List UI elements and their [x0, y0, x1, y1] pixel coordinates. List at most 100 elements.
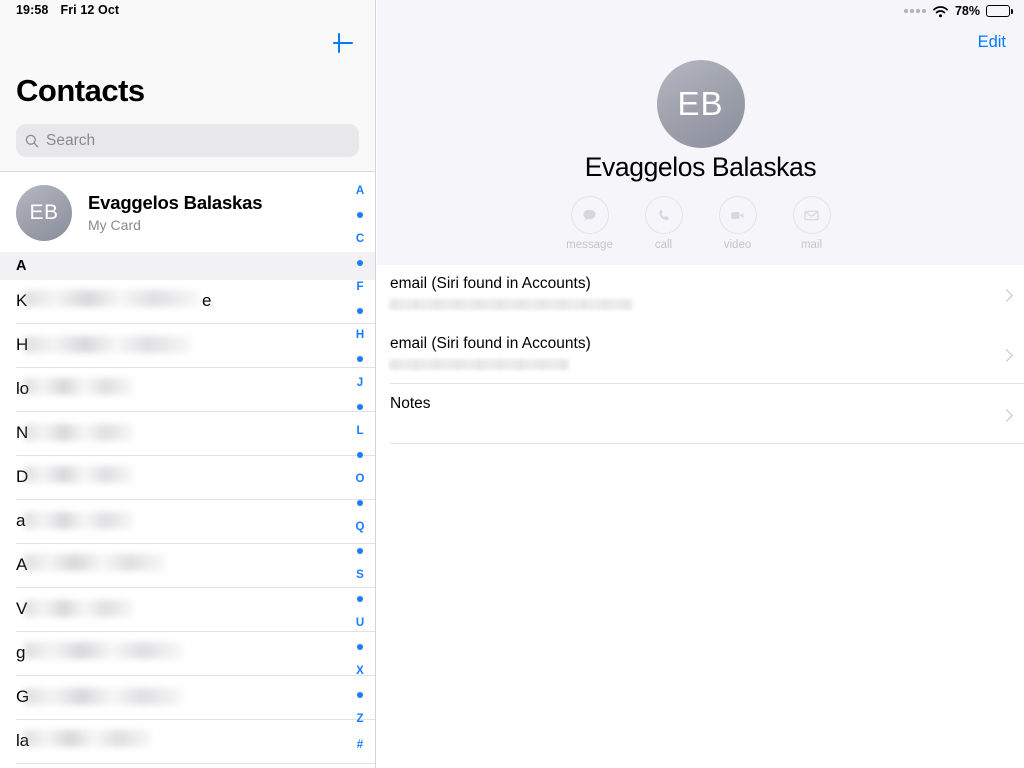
- index-letter-j[interactable]: J: [357, 370, 363, 396]
- action-button-mail: mail: [793, 196, 831, 251]
- index-dot[interactable]: [357, 684, 363, 706]
- redacted-contact-name: [24, 600, 134, 617]
- index-letter-x[interactable]: X: [356, 658, 364, 684]
- alphabet-index[interactable]: ACFHJLOQSUXZ#: [345, 178, 375, 758]
- index-dot[interactable]: [357, 348, 363, 370]
- edit-button[interactable]: Edit: [978, 33, 1006, 52]
- contact-action-buttons: message call video mail: [377, 196, 1024, 251]
- index-dot[interactable]: [357, 636, 363, 658]
- contact-row[interactable]: Ke: [0, 280, 375, 324]
- search-input[interactable]: Search: [16, 124, 359, 157]
- detail-field-row[interactable]: email (Siri found in Accounts): [377, 265, 1024, 325]
- contact-row[interactable]: H: [0, 324, 375, 368]
- index-letter-h[interactable]: H: [356, 322, 364, 348]
- action-label: call: [655, 239, 672, 251]
- video-camera-icon: [719, 196, 757, 234]
- action-button-video: video: [719, 196, 757, 251]
- status-bar-right: 78%: [904, 4, 1010, 18]
- chevron-right-icon: [1000, 289, 1013, 302]
- wifi-icon: [932, 5, 949, 18]
- contact-name: Evaggelos Balaskas: [377, 152, 1024, 183]
- contact-name-suffix: e: [202, 291, 211, 311]
- detail-avatar: EB: [657, 60, 745, 148]
- index-letter-q[interactable]: Q: [356, 514, 365, 540]
- list-divider: [16, 763, 375, 764]
- redacted-contact-name: [24, 378, 134, 395]
- action-label: video: [724, 239, 752, 251]
- index-dot[interactable]: [357, 444, 363, 466]
- redacted-contact-name: [24, 336, 192, 353]
- contact-detail-pane: 78% Edit EB Evaggelos Balaskas message ca…: [377, 0, 1024, 768]
- index-dot[interactable]: [357, 300, 363, 322]
- contact-row[interactable]: A: [0, 544, 375, 588]
- index-letter-#[interactable]: #: [357, 732, 363, 758]
- redacted-contact-name: [24, 512, 134, 529]
- index-letter-s[interactable]: S: [356, 562, 364, 588]
- index-dot[interactable]: [357, 492, 363, 514]
- redacted-contact-name: [24, 688, 184, 705]
- status-bar-time: 19:58: [16, 3, 48, 17]
- my-card-name: Evaggelos Balaskas: [88, 192, 262, 214]
- chevron-right-icon: [1000, 349, 1013, 362]
- search-placeholder: Search: [46, 132, 95, 150]
- section-header-a: A: [0, 252, 375, 280]
- detail-header: 78% Edit EB Evaggelos Balaskas message ca…: [377, 0, 1024, 265]
- index-dot[interactable]: [357, 540, 363, 562]
- redacted-contact-name: [24, 730, 152, 747]
- action-label: mail: [801, 239, 822, 251]
- my-card-row[interactable]: EB Evaggelos Balaskas My Card: [0, 173, 375, 252]
- page-title: Contacts: [16, 73, 145, 109]
- index-letter-l[interactable]: L: [356, 418, 363, 444]
- index-letter-z[interactable]: Z: [356, 706, 363, 732]
- action-button-message: message: [571, 196, 609, 251]
- action-label: message: [566, 239, 613, 251]
- index-letter-o[interactable]: O: [356, 466, 365, 492]
- add-contact-button[interactable]: [329, 29, 357, 57]
- sidebar-header: 19:58 Fri 12 Oct Contacts Search: [0, 0, 375, 172]
- action-button-call: call: [645, 196, 683, 251]
- envelope-icon: [793, 196, 831, 234]
- redacted-contact-name: [24, 466, 134, 483]
- contact-row[interactable]: D: [0, 456, 375, 500]
- index-dot[interactable]: [357, 588, 363, 610]
- contact-row[interactable]: a: [0, 500, 375, 544]
- redacted-contact-name: [24, 290, 200, 307]
- phone-icon: [645, 196, 683, 234]
- status-bar-date: Fri 12 Oct: [60, 3, 119, 17]
- detail-field-row[interactable]: Notes: [377, 385, 1024, 445]
- contact-row[interactable]: V: [0, 588, 375, 632]
- index-letter-c[interactable]: C: [356, 226, 364, 252]
- index-dot[interactable]: [357, 252, 363, 274]
- detail-divider: [390, 443, 1024, 444]
- chevron-right-icon: [1000, 409, 1013, 422]
- signal-dots-icon: [904, 9, 926, 13]
- redacted-field-value: [390, 299, 632, 310]
- detail-field-label: email (Siri found in Accounts): [390, 335, 591, 353]
- detail-field-label: email (Siri found in Accounts): [390, 275, 591, 293]
- redacted-contact-name: [24, 424, 134, 441]
- battery-icon: [986, 5, 1010, 17]
- detail-divider: [390, 383, 1024, 384]
- index-letter-a[interactable]: A: [356, 178, 364, 204]
- contact-row[interactable]: N: [0, 412, 375, 456]
- contact-row[interactable]: g: [0, 632, 375, 676]
- search-icon: [25, 134, 39, 148]
- avatar: EB: [16, 185, 72, 241]
- index-letter-u[interactable]: U: [356, 610, 364, 636]
- message-bubble-icon: [571, 196, 609, 234]
- contacts-sidebar: 19:58 Fri 12 Oct Contacts Search EB Evag…: [0, 0, 376, 768]
- redacted-contact-name: [24, 642, 184, 659]
- detail-avatar-initials: EB: [677, 85, 723, 123]
- contacts-app-window: 19:58 Fri 12 Oct Contacts Search EB Evag…: [0, 0, 1024, 768]
- redacted-contact-name: [24, 554, 166, 571]
- detail-field-label: Notes: [390, 395, 431, 413]
- index-letter-f[interactable]: F: [356, 274, 363, 300]
- contact-row[interactable]: la: [0, 720, 375, 764]
- index-dot[interactable]: [357, 396, 363, 418]
- my-card-subtitle: My Card: [88, 217, 262, 233]
- index-dot[interactable]: [357, 204, 363, 226]
- contact-row[interactable]: G: [0, 676, 375, 720]
- contact-row[interactable]: lo: [0, 368, 375, 412]
- redacted-field-value: [390, 359, 568, 370]
- detail-field-row[interactable]: email (Siri found in Accounts): [377, 325, 1024, 385]
